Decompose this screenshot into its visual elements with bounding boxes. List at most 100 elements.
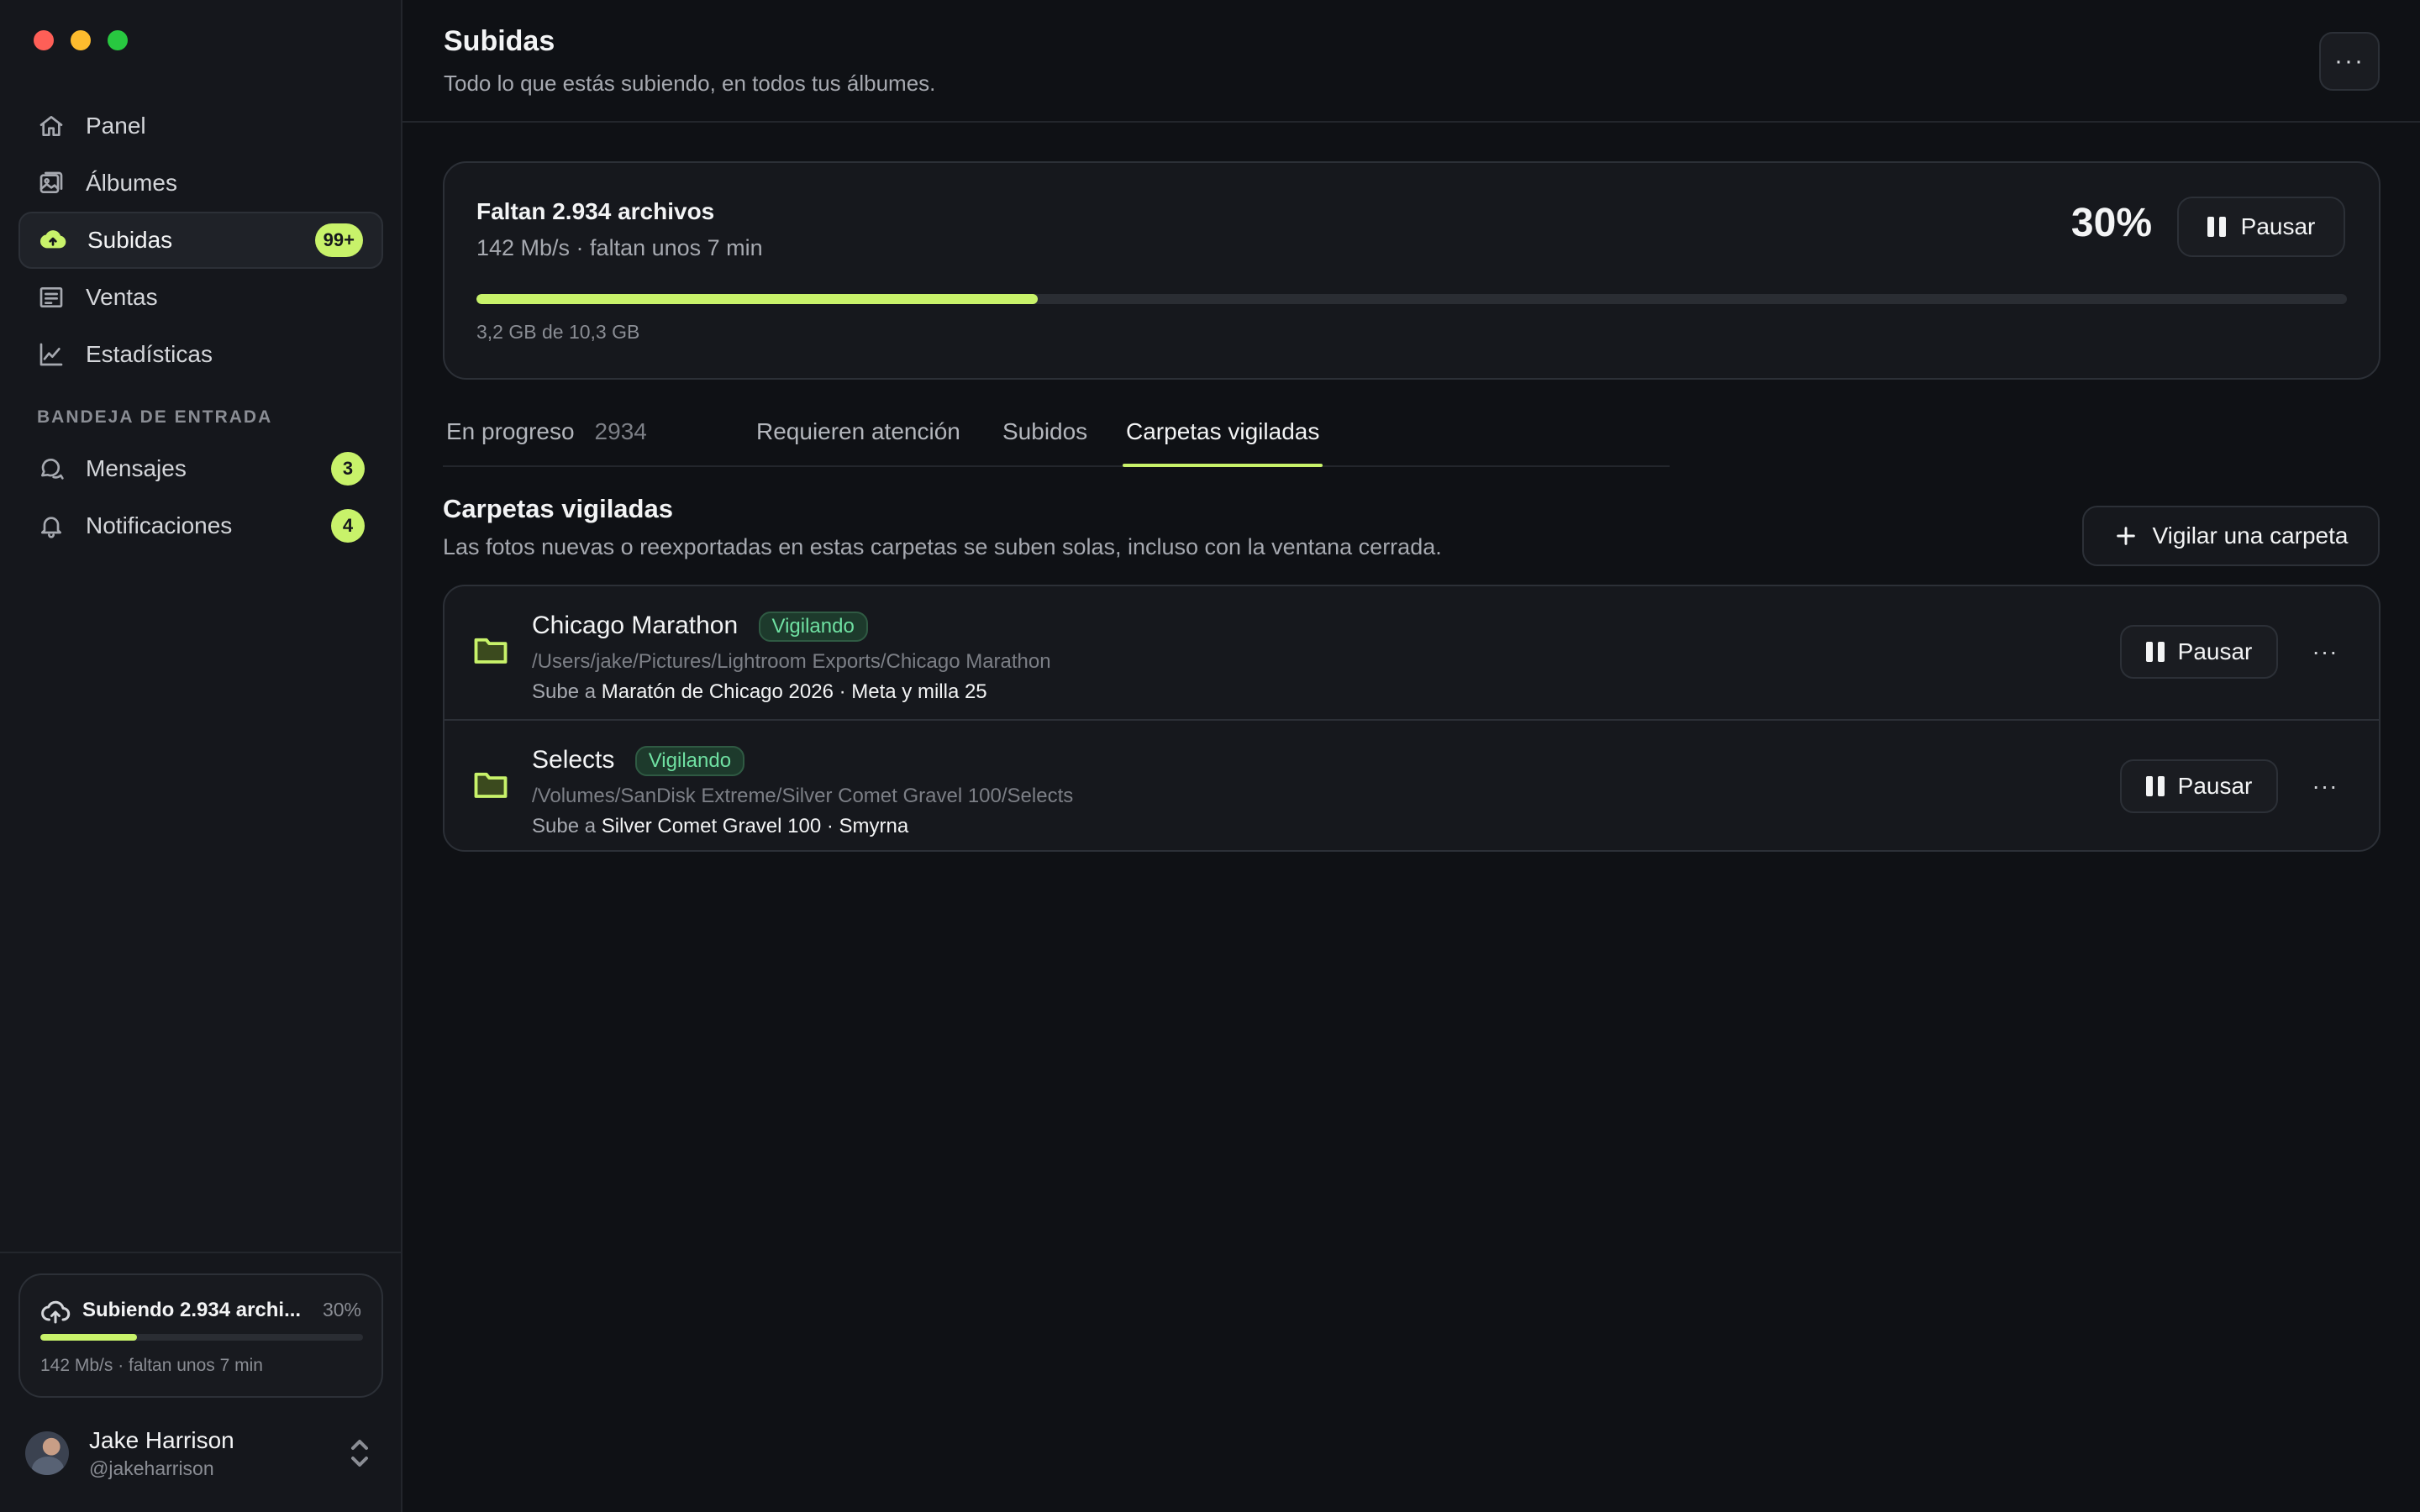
folder-name: Selects (532, 746, 615, 774)
sidebar-item-panel[interactable]: Panel (18, 97, 383, 155)
receipt-icon (37, 283, 66, 312)
user-name: Jake Harrison (89, 1426, 234, 1453)
pause-button-label: Pausar (2177, 638, 2253, 664)
sidebar-divider (0, 1252, 401, 1253)
mini-upload-progress-fill (40, 1334, 138, 1341)
count-badge: 99+ (314, 223, 363, 257)
pause-icon (2145, 776, 2165, 796)
page-subtitle: Todo lo que estás subiendo, en todos tus… (444, 71, 936, 96)
tab-count: 2934 (594, 418, 647, 444)
tab-label: Carpetas vigiladas (1126, 418, 1320, 444)
cloud-upload-icon (39, 226, 67, 255)
page-header: Subidas Todo lo que estás subiendo, en t… (402, 0, 2420, 123)
list-item[interactable]: Selects Vigilando /Volumes/SanDisk Extre… (445, 719, 2379, 850)
sidebar-nav: Panel Álbumes Subidas 99+ Ventas Estadís… (18, 97, 383, 383)
list-item[interactable]: Chicago Marathon Vigilando /Users/jake/P… (445, 586, 2379, 719)
upload-progress-fill (476, 294, 1038, 304)
upload-speed-eta: 142 Mb/s · faltan unos 7 min (476, 235, 763, 260)
avatar (25, 1431, 69, 1475)
tab-carpetas-vigiladas[interactable]: Carpetas vigiladas (1122, 418, 1323, 467)
upload-remaining-title: Faltan 2.934 archivos (476, 198, 715, 224)
user-menu[interactable]: Jake Harrison @jakeharrison (25, 1420, 378, 1487)
chevron-up-down-icon (348, 1438, 371, 1468)
home-icon (37, 112, 66, 140)
more-options-button[interactable]: ··· (2319, 32, 2380, 91)
section-subtitle: Las fotos nuevas o reexportadas en estas… (443, 534, 1442, 559)
sidebar-item-label: Subidas (87, 227, 173, 253)
inbox-nav: Mensajes 3 Notificaciones 4 (18, 440, 383, 554)
inbox-section-heading: BANDEJA DE ENTRADA (37, 407, 273, 427)
pause-button-label: Pausar (2177, 773, 2253, 799)
sidebar-item-estadisticas[interactable]: Estadísticas (18, 326, 383, 383)
image-icon (37, 169, 66, 197)
folder-path: /Volumes/SanDisk Extreme/Silver Comet Gr… (532, 785, 1074, 807)
mini-upload-title: Subiendo 2.934 archi... (82, 1299, 302, 1321)
sidebar: Panel Álbumes Subidas 99+ Ventas Estadís… (0, 0, 402, 1512)
count-badge: 3 (331, 452, 365, 486)
tab-label: Requieren atención (756, 418, 960, 444)
sidebar-item-mensajes[interactable]: Mensajes 3 (18, 440, 383, 497)
destination-album: Maratón de Chicago 2026 · Meta y milla 2… (601, 680, 987, 703)
window-controls (34, 30, 128, 50)
pause-folder-button[interactable]: Pausar (2120, 625, 2278, 679)
mini-upload-percent: 30% (322, 1299, 361, 1320)
section-title: Carpetas vigiladas (443, 494, 673, 523)
sidebar-item-subidas[interactable]: Subidas 99+ (18, 212, 383, 269)
mini-upload-subtitle: 142 Mb/s · faltan unos 7 min (40, 1356, 263, 1375)
chart-icon (37, 340, 66, 369)
upload-size-label: 3,2 GB de 10,3 GB (476, 321, 640, 343)
folder-destination: Sube a Maratón de Chicago 2026 · Meta y … (532, 680, 987, 704)
sidebar-item-notificaciones[interactable]: Notificaciones 4 (18, 497, 383, 554)
sidebar-item-label: Mensajes (86, 455, 187, 481)
sidebar-item-label: Panel (86, 113, 146, 139)
tab-label: En progreso (446, 418, 575, 444)
user-handle: @jakeharrison (89, 1457, 214, 1479)
cloud-upload-icon (40, 1297, 71, 1327)
folder-more-button[interactable]: ··· (2305, 633, 2345, 670)
tab-subidos[interactable]: Subidos (1002, 418, 1087, 467)
chat-icon (37, 454, 66, 483)
watch-folder-button[interactable]: Vigilar una carpeta (2082, 506, 2380, 566)
pause-icon (2207, 217, 2226, 237)
tab-label: Subidos (1002, 418, 1088, 444)
destination-prefix: Sube a (532, 815, 597, 837)
mini-upload-progress-track (40, 1334, 363, 1341)
upload-progress-track (476, 294, 2347, 304)
status-badge: Vigilando (634, 746, 745, 777)
folder-more-button[interactable]: ··· (2305, 768, 2345, 805)
tab-en-progreso[interactable]: En progreso 2934 (446, 418, 647, 467)
folder-icon (473, 635, 508, 665)
pause-folder-button[interactable]: Pausar (2120, 759, 2278, 813)
mini-upload-status[interactable]: Subiendo 2.934 archi... 30% 142 Mb/s · f… (18, 1273, 383, 1398)
sidebar-item-label: Notificaciones (86, 512, 233, 538)
pause-button-label: Pausar (2240, 213, 2316, 239)
sidebar-item-albumes[interactable]: Álbumes (18, 155, 383, 212)
main-content: Subidas Todo lo que estás subiendo, en t… (402, 0, 2420, 1512)
folder-destination: Sube a Silver Comet Gravel 100 · Smyrna (532, 815, 908, 838)
upload-percent: 30% (2070, 201, 2152, 245)
upload-progress-card: Faltan 2.934 archivos 142 Mb/s · faltan … (443, 161, 2381, 380)
folder-name: Chicago Marathon (532, 612, 739, 639)
tab-requieren-atencion[interactable]: Requieren atención (756, 418, 960, 467)
sidebar-item-label: Estadísticas (86, 341, 213, 367)
upload-tabs: En progreso 2934 Requieren atención Subi… (443, 410, 1670, 467)
sidebar-item-ventas[interactable]: Ventas (18, 269, 383, 326)
zoom-window-button[interactable] (108, 30, 128, 50)
sidebar-item-label: Álbumes (86, 170, 177, 196)
sidebar-item-label: Ventas (86, 284, 158, 310)
watched-folder-list: Chicago Marathon Vigilando /Users/jake/P… (443, 585, 2381, 852)
pause-icon (2145, 642, 2165, 662)
watch-folder-label: Vigilar una carpeta (2152, 522, 2349, 549)
page-title: Subidas (444, 25, 555, 57)
close-window-button[interactable] (34, 30, 54, 50)
bell-icon (37, 512, 66, 540)
destination-album: Silver Comet Gravel 100 · Smyrna (601, 815, 909, 837)
minimize-window-button[interactable] (71, 30, 91, 50)
folder-icon (473, 769, 508, 800)
status-badge: Vigilando (758, 612, 868, 643)
app-window: Panel Álbumes Subidas 99+ Ventas Estadís… (0, 0, 2420, 1512)
folder-path: /Users/jake/Pictures/Lightroom Exports/C… (532, 650, 1051, 673)
destination-prefix: Sube a (532, 680, 597, 703)
plus-icon (2116, 527, 2135, 545)
pause-all-button[interactable]: Pausar (2177, 197, 2345, 257)
